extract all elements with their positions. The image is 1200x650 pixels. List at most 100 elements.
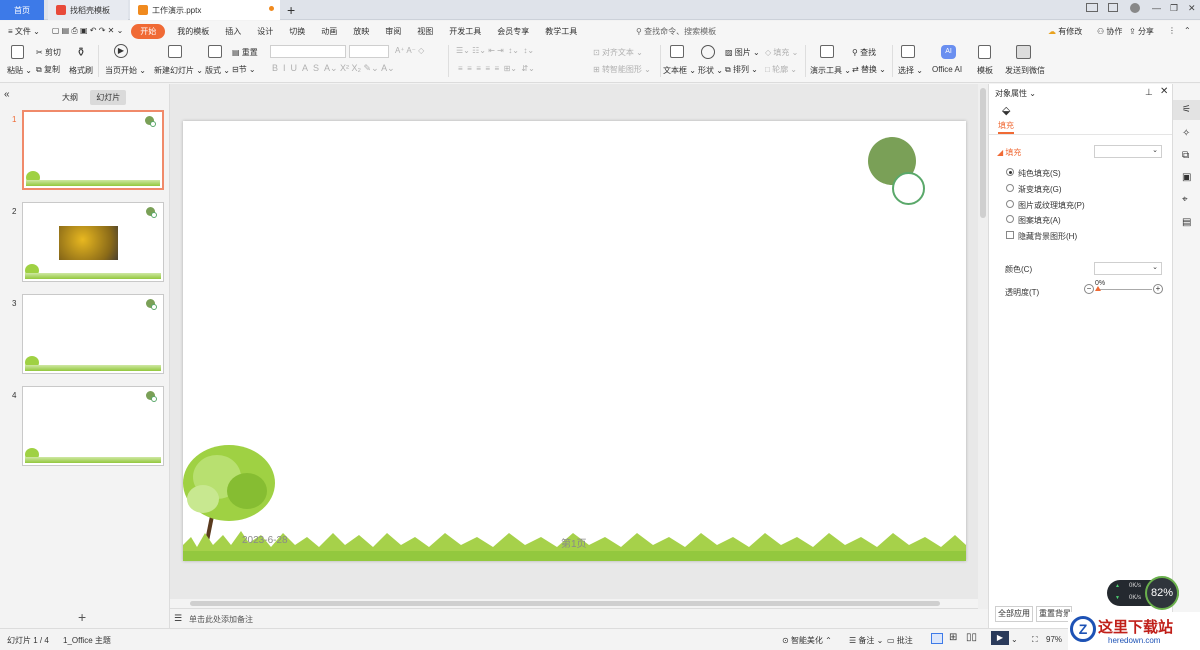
fill-type-select[interactable]: ⌄ [1094,145,1162,158]
font-size-select[interactable] [349,45,389,58]
tab-slides[interactable]: 幻灯片 [90,90,127,105]
menu-item-design[interactable]: 设计 [249,26,281,37]
slide-page-number[interactable]: 第1页 [561,535,587,550]
pattern-fill-radio[interactable] [1006,215,1014,223]
transition-icon[interactable]: ⧉ [1182,150,1189,161]
smart-beautify-button[interactable]: ⊙ 智能美化 ⌃ [782,635,832,646]
photo-icon[interactable]: ▣ [1182,172,1191,183]
menu-item-developer[interactable]: 开发工具 [441,26,489,37]
new-slide-button[interactable]: 新建幻灯片 ⌄ [154,65,203,76]
play-slideshow-button[interactable]: ▶ [991,631,1009,645]
animation-icon[interactable]: ✧ [1182,128,1190,139]
tab-fill[interactable]: 填充 [998,120,1014,134]
collapse-panel-icon[interactable]: « [4,89,10,100]
tab-home[interactable]: 首页 [0,0,44,20]
menu-item-my-templates[interactable]: 我的模板 [169,26,217,37]
menu-item-teaching[interactable]: 教学工具 [537,26,585,37]
vertical-scroll-thumb[interactable] [980,88,986,218]
file-menu[interactable]: ≡ 文件 ⌄ [0,26,48,37]
vertical-scrollbar[interactable] [978,84,988,609]
more-icon[interactable]: ⋮ [1168,26,1176,35]
shape-button[interactable]: 形状 ⌄ [698,65,723,76]
maximize-icon[interactable]: ❐ [1170,3,1178,14]
slide-date[interactable]: 2023-6-28 [242,535,288,546]
panel-title[interactable]: 对象属性 ⌄ [995,88,1036,99]
reading-view-icon[interactable]: ▯▯ [966,632,977,643]
menu-item-transitions[interactable]: 切换 [281,26,313,37]
horizontal-scroll-thumb[interactable] [190,601,940,606]
location-icon[interactable]: ⌖ [1182,194,1188,205]
layout-toggle-icon[interactable] [1086,3,1098,12]
slide-thumbnail-2[interactable] [22,202,164,282]
slide-sorter-icon[interactable]: ⊞ [949,632,957,643]
smartart-button[interactable]: ⊞ 转智能图形 ⌄ [593,64,651,75]
align-icons[interactable]: ≡ ≡ ≡ ≡ ≡ ⊞⌄ ⇵⌄ [458,64,535,73]
slide-thumbnail-1[interactable] [22,110,164,190]
copy-button[interactable]: ⧉ 复制 [36,64,60,75]
unsaved-indicator[interactable]: ☁ 有修改 [1048,26,1082,37]
grid-view-icon[interactable] [1108,3,1118,12]
deco-ring[interactable] [892,172,925,205]
from-current-button[interactable]: 当页开始 ⌄ [105,65,146,76]
menu-item-view[interactable]: 视图 [409,26,441,37]
solid-fill-radio[interactable] [1006,168,1014,176]
paste-button[interactable]: 粘贴 ⌄ [7,65,32,76]
fit-window-icon[interactable]: ⛶ [1032,635,1038,645]
theme-name[interactable]: 1_Office 主题 [63,635,111,646]
zoom-level[interactable]: 97% [1046,635,1062,644]
slide-thumbnail-3[interactable] [22,294,164,374]
add-slide-icon[interactable]: + [78,609,86,625]
menu-item-insert[interactable]: 插入 [217,26,249,37]
fill-button[interactable]: ◇ 填充 ⌄ [765,47,798,58]
find-button[interactable]: ⚲ 查找 [852,47,876,58]
picture-button[interactable]: ▨ 图片 ⌄ [725,47,760,58]
align-text-button[interactable]: ⊡ 对齐文本 ⌄ [593,47,643,58]
font-grow-shrink-icons[interactable]: A⁺ A⁻ ◇ [395,46,424,55]
send-wechat-button[interactable]: 发送到微信 [1005,65,1045,76]
pin-icon[interactable]: ⊥ [1145,87,1153,98]
slideshow-dropdown-icon[interactable]: ⌄ [1011,635,1018,644]
menu-item-review[interactable]: 审阅 [377,26,409,37]
menu-item-animation[interactable]: 动画 [313,26,345,37]
document-icon[interactable]: ▤ [1182,217,1191,228]
picture-fill-radio[interactable] [1006,200,1014,208]
layout-button[interactable]: 版式 ⌄ [205,65,230,76]
menu-item-home[interactable]: 开始 [131,23,166,39]
increase-icon[interactable]: + [1153,284,1163,294]
notes-toggle[interactable]: ☰ 备注 ⌄ [849,635,883,646]
slide-canvas[interactable]: 2023-6-28 第1页 [183,121,966,561]
notes-pane[interactable]: ☰ 单击此处添加备注 [170,608,978,628]
decrease-icon[interactable]: − [1084,284,1094,294]
list-icons[interactable]: ☰⌄ ☷⌄ ⇤ ⇥ ↕⌄ ↕⌄ [456,46,534,55]
panel-close-icon[interactable]: ✕ [1160,86,1168,97]
arrange-button[interactable]: ⧉ 排列 ⌄ [725,64,758,75]
new-tab-icon[interactable]: + [287,2,295,18]
gradient-fill-radio[interactable] [1006,184,1014,192]
toolbar-quick-icons[interactable]: ▢ ▤ ⎙ ▣ ↶ ↷ ✕ ⌄ [48,26,127,36]
normal-view-icon[interactable] [931,633,943,644]
reset-background-button[interactable]: 重置背景 [1036,606,1072,622]
settings-sliders-icon[interactable]: ⚟ [1182,104,1191,115]
reset-button[interactable]: ▤ 重置 [232,47,258,58]
format-painter-button[interactable]: 格式刷 [69,65,93,76]
command-search[interactable]: ⚲ 查找命令、搜索模板 [636,26,716,37]
slide-thumbnail-4[interactable] [22,386,164,466]
replace-button[interactable]: ⇄ 替换 ⌄ [852,64,886,75]
close-icon[interactable]: ✕ [1188,3,1196,14]
avatar[interactable] [1130,3,1140,13]
color-select[interactable]: ⌄ [1094,262,1162,275]
textbox-button[interactable]: 文本框 ⌄ [663,65,696,76]
select-button[interactable]: 选择 ⌄ [898,65,923,76]
horizontal-scrollbar[interactable] [180,599,970,608]
memory-gauge[interactable]: 82% [1145,576,1179,610]
transparency-slider[interactable] [1096,289,1152,290]
menu-item-member[interactable]: 会员专享 [489,26,537,37]
cut-button[interactable]: ✂ 剪切 [36,47,61,58]
tab-outline[interactable]: 大纲 [56,90,84,105]
fill-section-header[interactable]: ◢ 填充 [997,147,1021,158]
tab-document[interactable]: 工作演示.pptx [130,0,280,20]
outline-button[interactable]: □ 轮廓 ⌄ [765,64,797,75]
collapse-ribbon-icon[interactable]: ⌃ [1184,26,1191,35]
menu-item-slideshow[interactable]: 放映 [345,26,377,37]
font-style-icons[interactable]: B I U A S A⌄ X² X₂ ✎⌄ A⌄ [272,63,395,74]
